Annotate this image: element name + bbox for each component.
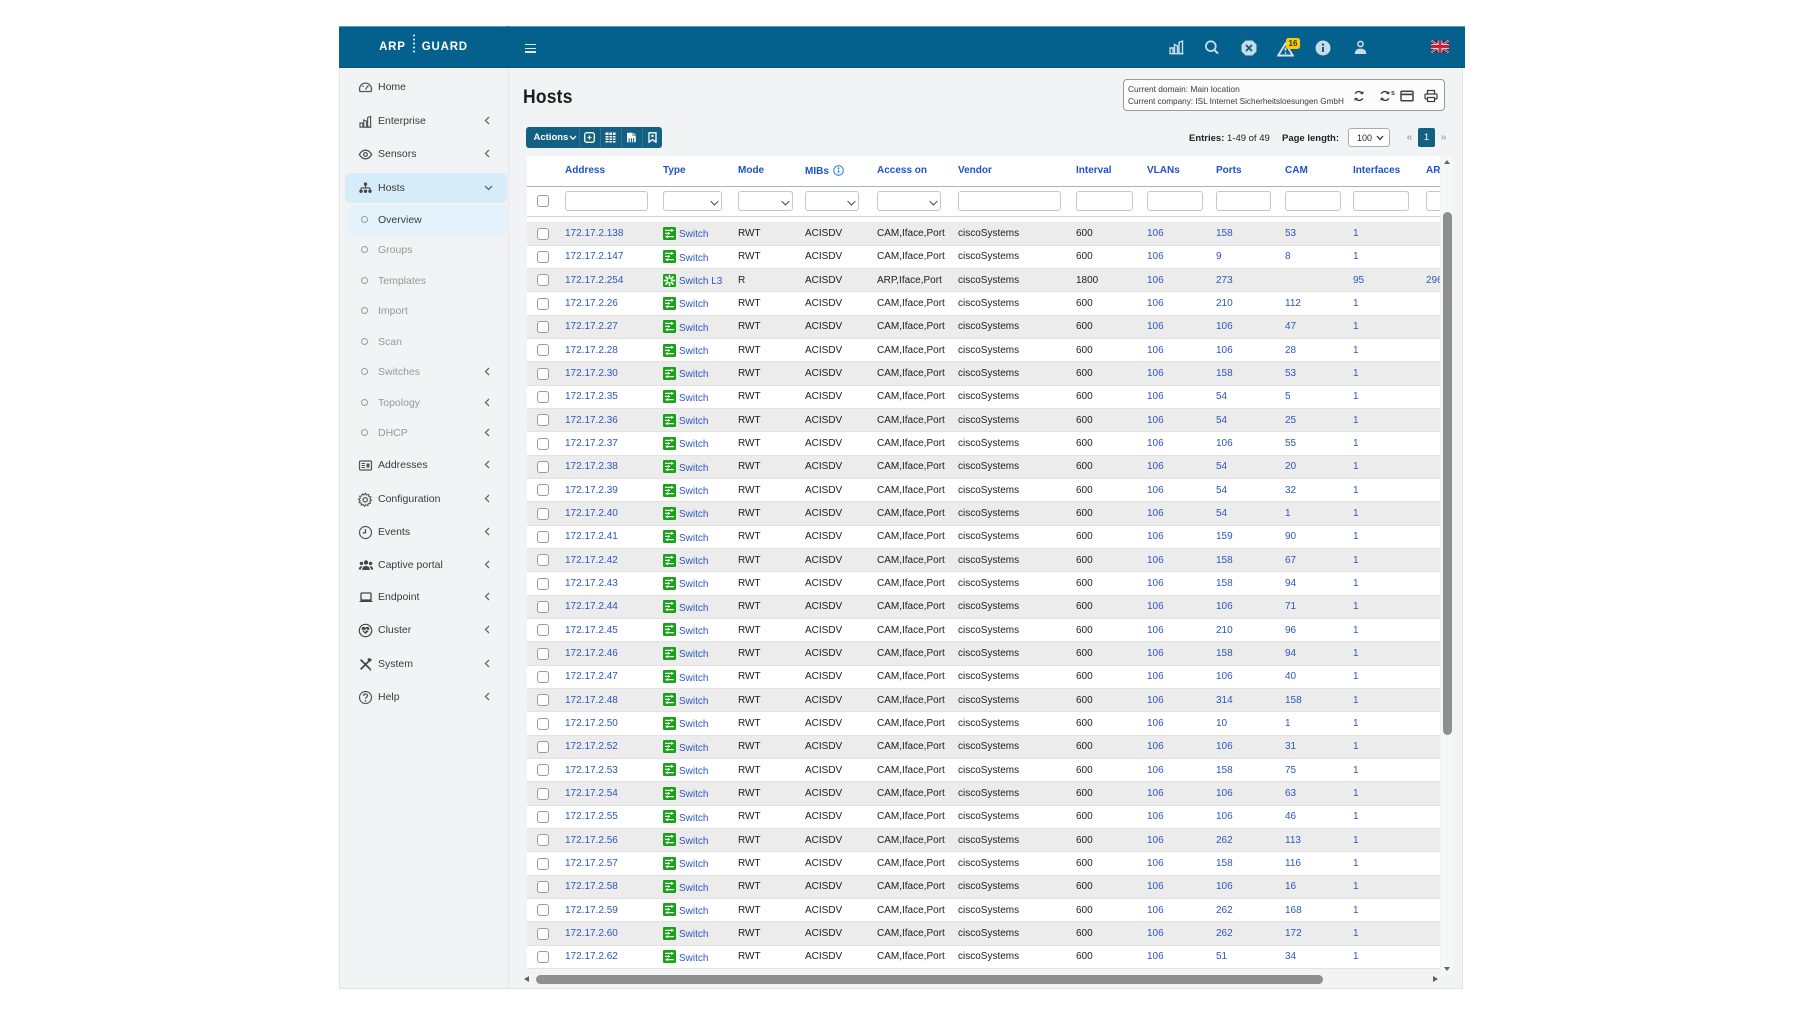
svg-text:s: s <box>1391 90 1395 97</box>
